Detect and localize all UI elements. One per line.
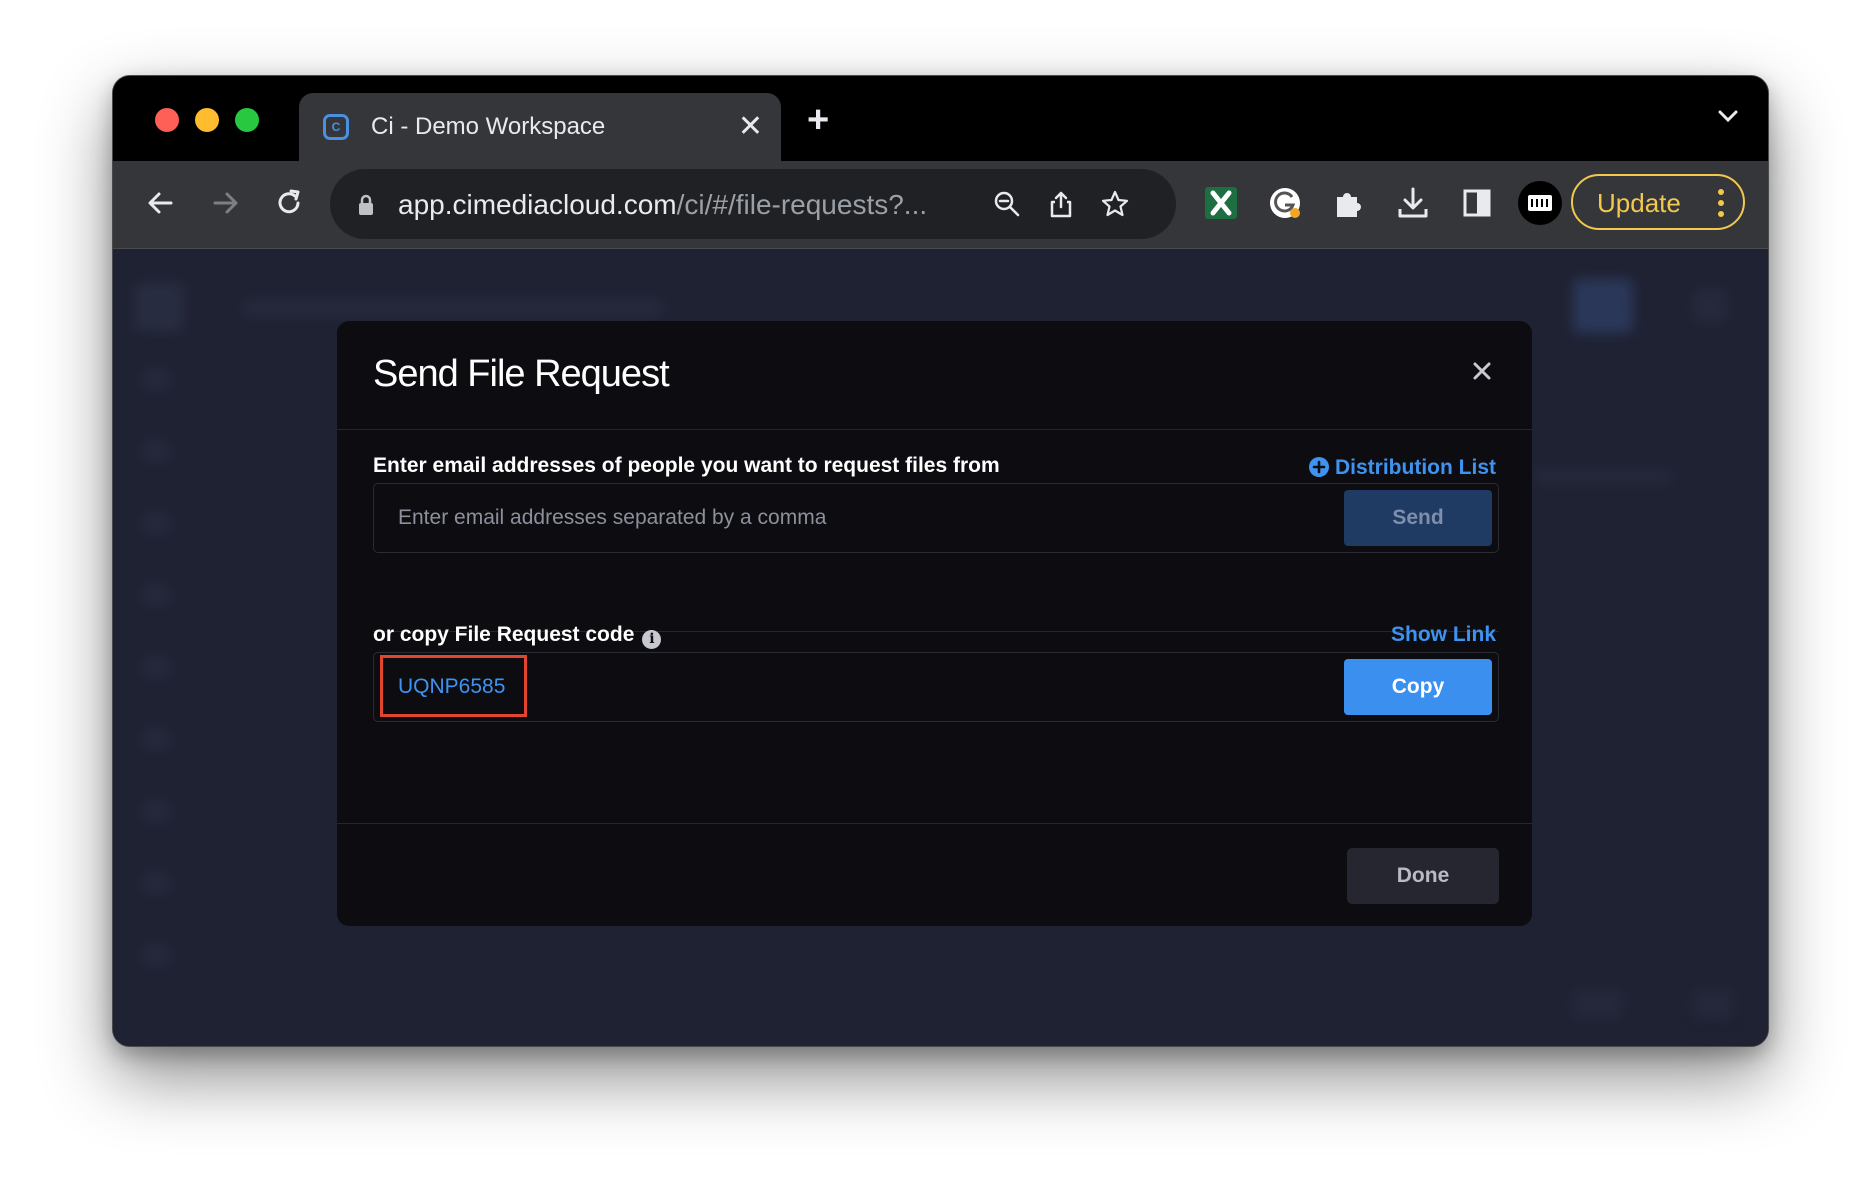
distribution-list-link[interactable]: Distribution List (1309, 456, 1496, 480)
sidebar-blur-6 (141, 729, 171, 749)
email-section-label: Enter email addresses of people you want… (373, 454, 1000, 477)
zoom-magnifier-icon[interactable] (992, 189, 1022, 219)
forward-arrow-icon[interactable] (205, 183, 245, 223)
download-icon[interactable] (1393, 183, 1433, 223)
distribution-list-label: Distribution List (1335, 456, 1496, 479)
email-input[interactable]: Enter email addresses separated by a com… (373, 483, 1499, 553)
content-blur-3 (1693, 989, 1733, 1019)
footer-divider (337, 823, 1532, 824)
tab-strip: C Ci - Demo Workspace ✕ + (113, 76, 1768, 161)
header-blur (243, 299, 663, 317)
new-tab-button[interactable]: + (807, 100, 829, 140)
dialog-title: Send File Request (373, 353, 670, 395)
header-button-blur (1573, 279, 1633, 333)
page-content: Send File Request Enter email addresses … (113, 249, 1768, 1046)
browser-window: C Ci - Demo Workspace ✕ + app.cimediaclo… (112, 75, 1769, 1047)
url-text[interactable]: app.cimediacloud.com/ci/#/file-requests?… (398, 189, 927, 221)
share-icon[interactable] (1046, 189, 1076, 219)
side-panel-icon[interactable] (1457, 183, 1497, 223)
code-section-label-row: or copy File Request code i (373, 623, 662, 649)
code-section-label: or copy File Request code (373, 623, 635, 646)
update-label: Update (1597, 188, 1681, 218)
lock-icon[interactable] (356, 193, 376, 217)
dialog-header: Send File Request (337, 321, 1532, 430)
more-menu-icon (1718, 189, 1724, 217)
update-button[interactable]: Update (1571, 174, 1745, 230)
file-request-code[interactable]: UQNP6585 (398, 675, 505, 699)
maximize-window-button[interactable] (235, 108, 259, 132)
plus-circle-icon (1309, 457, 1329, 477)
show-link-button[interactable]: Show Link (1391, 623, 1496, 647)
sidebar-blur-3 (141, 513, 171, 533)
grammarly-extension-icon[interactable] (1265, 183, 1305, 223)
url-path: /ci/#/file-requests?... (676, 189, 928, 220)
copy-button[interactable]: Copy (1344, 659, 1492, 715)
reload-icon[interactable] (269, 183, 309, 223)
done-button[interactable]: Done (1347, 848, 1499, 904)
close-tab-icon[interactable]: ✕ (738, 107, 763, 147)
tab-search-chevron-icon[interactable] (1716, 104, 1740, 128)
sidebar-blur-4 (141, 585, 171, 605)
sidebar-blur-5 (141, 657, 171, 677)
content-blur-1 (1533, 469, 1673, 485)
profile-avatar-icon[interactable] (1517, 180, 1563, 226)
file-request-code-field: UQNP6585 Copy (373, 652, 1499, 722)
close-window-button[interactable] (155, 108, 179, 132)
ci-logo-icon: C (323, 114, 349, 140)
bookmark-star-icon[interactable] (1100, 189, 1130, 219)
excel-extension-icon[interactable] (1201, 183, 1241, 223)
puzzle-extensions-icon[interactable] (1329, 183, 1369, 223)
minimize-window-button[interactable] (195, 108, 219, 132)
sidebar-blur-1 (141, 369, 171, 389)
send-button[interactable]: Send (1344, 490, 1492, 546)
app-logo-blur (135, 283, 183, 331)
content-blur-2 (1573, 989, 1623, 1019)
sidebar-blur-9 (141, 945, 171, 965)
header-icon-blur (1693, 289, 1727, 323)
tab-title: Ci - Demo Workspace (371, 113, 606, 140)
url-host: app.cimediacloud.com (398, 189, 677, 220)
info-icon[interactable]: i (642, 629, 662, 649)
sidebar-blur-2 (141, 441, 171, 461)
email-placeholder: Enter email addresses separated by a com… (398, 506, 827, 529)
address-bar[interactable]: app.cimediacloud.com/ci/#/file-requests?… (330, 169, 1176, 239)
browser-toolbar: app.cimediacloud.com/ci/#/file-requests?… (113, 161, 1768, 249)
sidebar-blur-8 (141, 873, 171, 893)
send-file-request-dialog: Send File Request Enter email addresses … (337, 321, 1532, 926)
back-arrow-icon[interactable] (141, 183, 181, 223)
browser-tab[interactable]: C Ci - Demo Workspace ✕ (299, 93, 781, 161)
close-icon[interactable] (1470, 359, 1494, 383)
sidebar-blur-7 (141, 801, 171, 821)
